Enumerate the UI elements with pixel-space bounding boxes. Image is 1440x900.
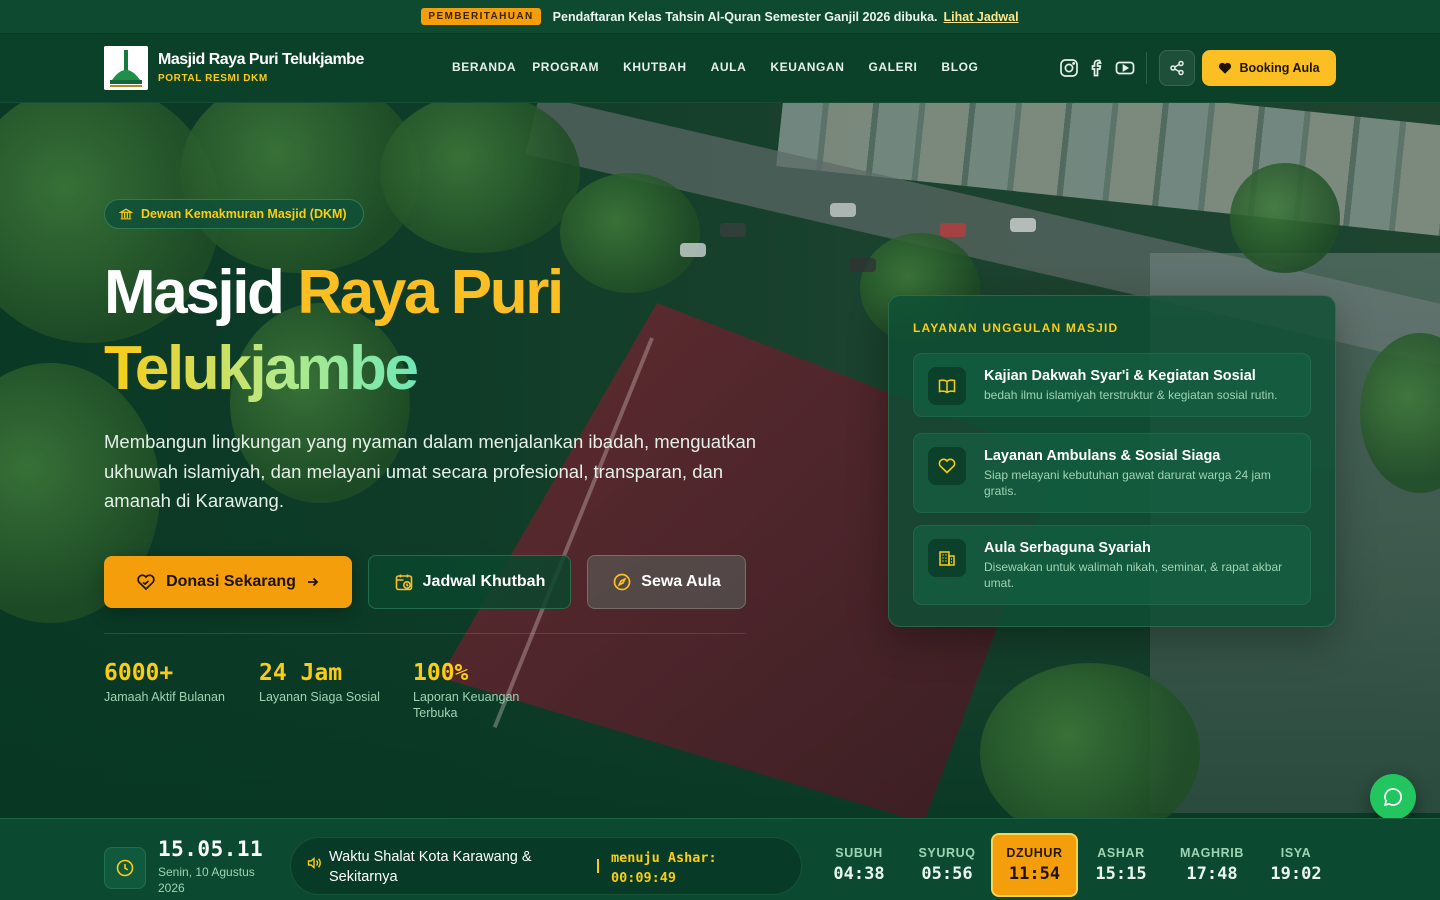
- dkm-badge: Dewan Kemakmuran Masjid (DKM): [104, 199, 364, 229]
- hero-divider: [104, 633, 746, 634]
- sewa-aula-label: Sewa Aula: [641, 573, 721, 590]
- prayer-time: 19:02: [1270, 864, 1322, 884]
- donasi-button[interactable]: Donasi Sekarang: [104, 556, 352, 608]
- prayer-location-panel: Waktu Shalat Kota Karawang & Sekitarnya …: [290, 837, 802, 895]
- sewa-aula-button[interactable]: Sewa Aula: [587, 555, 746, 609]
- nav-keuangan[interactable]: KEUANGAN: [770, 60, 844, 74]
- hero-section: Dewan Kemakmuran Masjid (DKM) Masjid Ray…: [0, 103, 1440, 818]
- nav-beranda[interactable]: BERANDA: [452, 60, 516, 74]
- services-card: LAYANAN UNGGULAN MASJID Kajian Dakwah Sy…: [888, 295, 1336, 627]
- prayer-times-bar: 15.05.11 Senin, 10 Agustus 2026 Waktu Sh…: [0, 818, 1440, 900]
- stat-jamaah-label: Jamaah Aktif Bulanan: [104, 690, 225, 704]
- calendar-clock-icon: [395, 574, 412, 591]
- brand-title[interactable]: Masjid Raya Puri Telukjambe: [158, 51, 364, 69]
- prayer-time-subuh: SUBUH 04:38: [826, 833, 892, 897]
- prayer-name: ISYA: [1280, 846, 1312, 860]
- jadwal-khutbah-button[interactable]: Jadwal Khutbah: [368, 555, 571, 609]
- service-title: Layanan Ambulans & Sosial Siaga: [984, 448, 1221, 464]
- prayer-time: 17:48: [1186, 864, 1238, 884]
- booking-aula-label: Booking Aula: [1239, 61, 1320, 75]
- clock-icon: [104, 847, 146, 889]
- donasi-label: Donasi Sekarang: [166, 573, 296, 590]
- brand-subtitle: PORTAL RESMI DKM: [158, 73, 268, 84]
- arrow-right-icon: [307, 577, 319, 587]
- service-desc: Disewakan untuk walimah nikah, seminar, …: [984, 560, 1283, 590]
- hero-description: Membangun lingkungan yang nyaman dalam m…: [104, 431, 757, 511]
- hero-title: Masjid Raya Puri: [104, 255, 564, 331]
- header-divider: [1146, 52, 1147, 84]
- prayer-time-maghrib: MAGHRIB 17:48: [1170, 833, 1254, 897]
- services-heading: LAYANAN UNGGULAN MASJID: [913, 321, 1119, 335]
- heart-icon: [928, 447, 966, 485]
- heart-handshake-icon: [137, 574, 155, 591]
- nav-aula[interactable]: AULA: [711, 60, 747, 74]
- announcement-link[interactable]: Lihat Jadwal: [944, 10, 1019, 24]
- current-time: 15.05.11: [158, 837, 264, 861]
- service-item-ambulans[interactable]: Layanan Ambulans & Sosial Siaga Siap mel…: [913, 433, 1311, 513]
- main-nav: BERANDA PROGRAM KHUTBAH AULA KEUANGAN GA…: [452, 60, 979, 74]
- book-icon: [928, 367, 966, 405]
- prayer-time: 04:38: [833, 864, 885, 884]
- prayer-name: DZUHUR: [1006, 846, 1063, 860]
- prayer-time-isya: ISYA 19:02: [1264, 833, 1328, 897]
- hero-title-white: Masjid: [104, 258, 298, 327]
- prayer-time: 15:15: [1095, 864, 1147, 884]
- current-date: Senin, 10 Agustus 2026: [158, 865, 255, 895]
- service-item-kajian[interactable]: Kajian Dakwah Syar'i & Kegiatan Sosial b…: [913, 353, 1311, 417]
- next-prayer-countdown: menuju Ashar: 00:09:49: [611, 848, 717, 888]
- building-icon: [928, 539, 966, 577]
- prayer-name: SYURUQ: [918, 846, 976, 860]
- heart-icon: [1219, 62, 1232, 74]
- prayer-time: 11:54: [1008, 864, 1061, 884]
- hero-title-line2: Telukjambe: [104, 331, 419, 407]
- service-item-aula[interactable]: Aula Serbaguna Syariah Disewakan untuk w…: [913, 525, 1311, 605]
- instagram-icon[interactable]: [1059, 58, 1079, 78]
- next-prayer-label: menuju Ashar:: [611, 850, 717, 866]
- site-header: Masjid Raya Puri Telukjambe PORTAL RESMI…: [0, 34, 1440, 103]
- prayer-name: ASHAR: [1097, 846, 1145, 860]
- share-icon: [1170, 60, 1184, 76]
- stat-layanan-value: 24 Jam: [259, 660, 343, 686]
- prayer-time-syuruq: SYURUQ 05:56: [910, 833, 984, 897]
- nav-khutbah[interactable]: KHUTBAH: [623, 60, 687, 74]
- service-desc: bedah ilmu islamiyah terstruktur & kegia…: [984, 388, 1278, 402]
- nav-blog[interactable]: BLOG: [941, 60, 978, 74]
- institution-icon: [119, 208, 133, 220]
- announcement-message: Pendaftaran Kelas Tahsin Al-Quran Semest…: [552, 9, 938, 24]
- announcement-bar: PEMBERITAHUAN Pendaftaran Kelas Tahsin A…: [0, 0, 1440, 34]
- prayer-time: 05:56: [921, 864, 973, 884]
- mosque-logo[interactable]: [104, 46, 148, 90]
- dkm-badge-label: Dewan Kemakmuran Masjid (DKM): [141, 207, 347, 221]
- service-title: Kajian Dakwah Syar'i & Kegiatan Sosial: [984, 368, 1256, 384]
- nav-galeri[interactable]: GALERI: [868, 60, 917, 74]
- prayer-separator: [597, 859, 599, 873]
- jadwal-khutbah-label: Jadwal Khutbah: [422, 573, 546, 590]
- facebook-icon[interactable]: [1087, 58, 1107, 78]
- hero-title-yellow: Raya Puri: [297, 258, 564, 327]
- speaker-icon: [307, 857, 321, 869]
- prayer-location: Waktu Shalat Kota Karawang & Sekitarnya: [329, 849, 532, 885]
- compass-icon: [613, 573, 631, 591]
- prayer-time-ashar: ASHAR 15:15: [1088, 833, 1154, 897]
- prayer-name: SUBUH: [835, 846, 883, 860]
- stat-jamaah-value: 6000+: [104, 660, 174, 686]
- prayer-time-dzuhur-active: DZUHUR 11:54: [991, 833, 1078, 897]
- whatsapp-chat-button[interactable]: [1370, 774, 1416, 820]
- announcement-badge: PEMBERITAHUAN: [421, 8, 541, 25]
- prayer-name: MAGHRIB: [1180, 846, 1244, 860]
- chat-bubble-icon: [1383, 788, 1402, 807]
- nav-program[interactable]: PROGRAM: [532, 60, 599, 74]
- stat-laporan-value: 100%: [413, 660, 469, 686]
- stat-laporan-label: Laporan Keuangan Terbuka: [413, 690, 520, 720]
- youtube-icon[interactable]: [1115, 58, 1135, 78]
- service-title: Aula Serbaguna Syariah: [984, 540, 1151, 556]
- booking-aula-button[interactable]: Booking Aula: [1202, 50, 1336, 86]
- share-button[interactable]: [1159, 50, 1195, 86]
- stat-layanan-label: Layanan Siaga Sosial: [259, 690, 380, 704]
- countdown-value: 00:09:49: [611, 870, 677, 886]
- service-desc: Siap melayani kebutuhan gawat darurat wa…: [984, 468, 1271, 498]
